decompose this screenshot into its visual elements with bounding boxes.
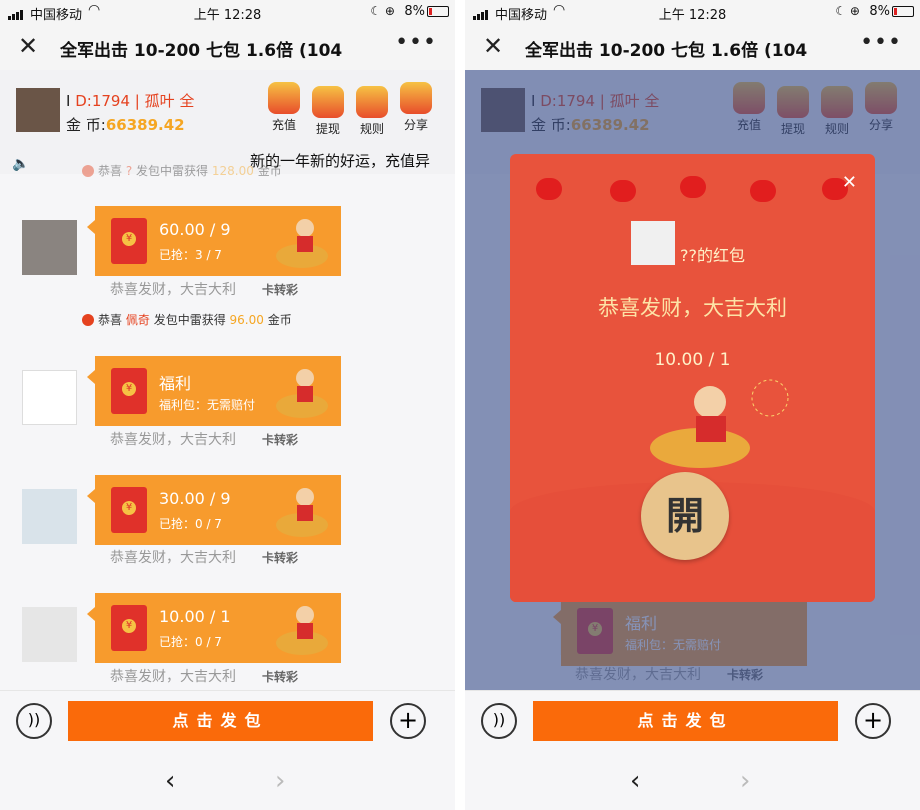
- phone-screen-chat: 中国移动 ◠ 上午 12:28 ☾ ⊕ 8% ✕ 全军出击 10-200 七包 …: [0, 0, 455, 810]
- user-id: I D:1794 | 孤叶 全: [66, 92, 195, 110]
- composer-bar: )) 点击发包 +: [0, 690, 455, 754]
- plus-icon[interactable]: +: [855, 703, 891, 739]
- lantern-icon: [536, 178, 562, 200]
- packet-amount: 10.00 / 1: [159, 607, 231, 626]
- packet-owner: ??的红包: [680, 246, 745, 265]
- red-envelope-icon: [111, 368, 147, 414]
- notice-icon: [82, 165, 94, 177]
- packet-amount: 30.00 / 9: [159, 489, 231, 508]
- page-title: 全军出击 10-200 七包 1.6倍 (104: [525, 41, 808, 61]
- recharge-icon: [268, 82, 300, 114]
- ox-rider-icon: [276, 488, 328, 537]
- status-bar: 中国移动 ◠ 上午 12:28 ☾ ⊕ 8%: [0, 0, 455, 24]
- page-title: 全军出击 10-200 七包 1.6倍 (104: [60, 41, 343, 61]
- battery-icon: [427, 6, 449, 17]
- packet-grabbed: 福利包：无需赔付: [159, 398, 256, 412]
- watermark-logo: 卡转彩: [262, 283, 299, 297]
- moon-icon: ☾ ⊕: [370, 4, 395, 18]
- close-icon[interactable]: ✕: [842, 172, 857, 193]
- red-packet-modal: ✕ ??的红包 恭喜发财，大吉大利 10.00 / 1 開: [510, 154, 875, 602]
- win-notice: 恭喜 佩奇 发包中雷获得 96.00 金币: [82, 311, 292, 328]
- back-arrow-icon[interactable]: ‹: [165, 766, 175, 796]
- composer-bar: )) 点击发包 +: [465, 690, 920, 754]
- packet-blessing: 恭喜发财，大吉大利: [110, 550, 236, 566]
- moon-icon: ☾ ⊕: [835, 4, 860, 18]
- ox-rider-icon: [276, 369, 328, 418]
- coin-balance: 金 币:66389.42: [66, 116, 185, 134]
- plus-icon[interactable]: +: [390, 703, 426, 739]
- packet-blessing: 恭喜发财，大吉大利: [598, 296, 787, 320]
- ox-rider-icon: [650, 379, 789, 468]
- red-packet-message[interactable]: 30.00 / 9 已抢：0 / 7: [87, 475, 341, 545]
- watermark-logo: 卡转彩: [262, 433, 299, 447]
- watermark-logo: 卡转彩: [262, 670, 299, 684]
- sender-avatar[interactable]: [22, 370, 77, 425]
- win-notice: 恭喜 ? 发包中雷获得 128.00 金币: [82, 162, 282, 179]
- speaker-icon: 🔈: [12, 156, 30, 172]
- send-packet-button[interactable]: 点击发包: [533, 701, 838, 741]
- watermark-logo: 卡转彩: [262, 551, 299, 565]
- packet-blessing: 恭喜发财，大吉大利: [110, 669, 236, 685]
- notice-icon: [82, 314, 94, 326]
- user-info-bar: I D:1794 | 孤叶 全 金 币:66389.42 充值 提现 规则 分享…: [0, 70, 455, 174]
- packet-amount: 福利: [159, 374, 192, 393]
- back-arrow-icon[interactable]: ‹: [630, 766, 640, 796]
- sender-avatar[interactable]: [22, 607, 77, 662]
- voice-icon[interactable]: )): [16, 703, 52, 739]
- close-icon[interactable]: ✕: [483, 32, 503, 60]
- packet-amount: 10.00 / 1: [654, 350, 731, 370]
- packet-blessing: 恭喜发财，大吉大利: [110, 432, 236, 448]
- red-packet-message[interactable]: 10.00 / 1 已抢：0 / 7: [87, 593, 341, 663]
- red-envelope-icon: [111, 605, 147, 651]
- send-packet-button[interactable]: 点击发包: [68, 701, 373, 741]
- withdraw-icon: [312, 86, 344, 118]
- recharge-button[interactable]: 充值: [264, 82, 304, 133]
- rules-button[interactable]: 规则: [352, 86, 392, 137]
- title-bar: ✕ 全军出击 10-200 七包 1.6倍 (104 •••: [0, 24, 455, 70]
- open-packet-button[interactable]: 開: [641, 472, 729, 560]
- battery-icon: [892, 6, 914, 17]
- packet-grabbed: 已抢：0 / 7: [159, 517, 222, 531]
- packet-blessing: 恭喜发财，大吉大利: [110, 282, 236, 298]
- rules-icon: [356, 86, 388, 118]
- user-avatar[interactable]: [16, 88, 60, 132]
- packet-grabbed: 已抢：0 / 7: [159, 635, 222, 649]
- lantern-icon: [750, 180, 776, 202]
- browser-nav: ‹ ›: [0, 754, 455, 810]
- battery-percent: 8%: [404, 4, 425, 19]
- forward-arrow-icon[interactable]: ›: [740, 766, 750, 796]
- phone-screen-modal: 中国移动 ◠ 上午 12:28 ☾ ⊕ 8% ✕ 全军出击 10-200 七包 …: [465, 0, 920, 810]
- sender-avatar[interactable]: [22, 220, 77, 275]
- battery-percent: 8%: [869, 4, 890, 19]
- more-dots-icon[interactable]: •••: [860, 30, 902, 55]
- sender-avatar: [631, 221, 675, 265]
- red-packet-message[interactable]: 福利 福利包：无需赔付: [87, 356, 341, 426]
- browser-nav: ‹ ›: [465, 754, 920, 810]
- red-envelope-icon: [111, 487, 147, 533]
- lantern-icon: [610, 180, 636, 202]
- title-bar: ✕ 全军出击 10-200 七包 1.6倍 (104 •••: [465, 24, 920, 70]
- forward-arrow-icon[interactable]: ›: [275, 766, 285, 796]
- sender-avatar[interactable]: [22, 489, 77, 544]
- ox-rider-icon: [276, 606, 328, 655]
- share-button[interactable]: 分享: [396, 82, 436, 133]
- packet-grabbed: 已抢：3 / 7: [159, 248, 222, 262]
- ox-rider-icon: [276, 219, 328, 268]
- more-dots-icon[interactable]: •••: [395, 30, 437, 55]
- share-icon: [400, 82, 432, 114]
- close-icon[interactable]: ✕: [18, 32, 38, 60]
- packet-amount: 60.00 / 9: [159, 220, 231, 239]
- withdraw-button[interactable]: 提现: [308, 86, 348, 137]
- red-envelope-icon: [111, 218, 147, 264]
- voice-icon[interactable]: )): [481, 703, 517, 739]
- red-packet-message[interactable]: 60.00 / 9 已抢：3 / 7: [87, 206, 341, 276]
- status-bar: 中国移动 ◠ 上午 12:28 ☾ ⊕ 8%: [465, 0, 920, 24]
- lantern-icon: [680, 176, 706, 198]
